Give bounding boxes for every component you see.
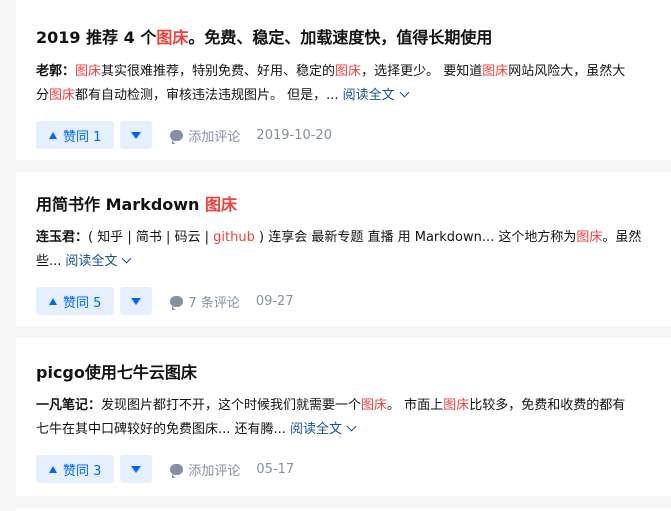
excerpt-text: 网站风险大，虽然大 bbox=[508, 64, 626, 79]
excerpt-text: 。 市面上 bbox=[387, 398, 444, 413]
excerpt-text: 都有自动检测，审核违法违规图片。 但是，... bbox=[75, 88, 339, 103]
triangle-down-icon bbox=[131, 131, 142, 139]
upvote-label: 赞同 5 bbox=[63, 295, 102, 311]
excerpt-line: 分图床都有自动检测，审核违法违规图片。 但是，... 阅读全文 bbox=[36, 84, 671, 108]
excerpt-text: 分 bbox=[36, 88, 50, 103]
triangle-down-icon bbox=[131, 297, 142, 305]
triangle-up-icon bbox=[49, 465, 57, 473]
author-name: 老郭： bbox=[36, 64, 76, 79]
excerpt-text: 七牛在其中口碑较好的免费图床... 还有腾... bbox=[36, 422, 286, 437]
comment-label: 添加评论 bbox=[188, 463, 241, 479]
keyword-highlight: 图床 bbox=[49, 88, 76, 103]
upvote-button[interactable]: 赞同 5 bbox=[36, 287, 115, 315]
keyword-highlight: github bbox=[213, 230, 255, 245]
read-more-label: 阅读全文 bbox=[342, 88, 395, 103]
action-bar: 赞同 1 添加评论 2019-10-20 bbox=[36, 121, 671, 149]
chevron-down-icon bbox=[399, 87, 410, 98]
result-excerpt[interactable]: 连玉君：( 知乎 | 简书 | 码云 | github ) 连享会 最新专题 直… bbox=[36, 226, 671, 274]
excerpt-text: ) 连享会 最新专题 直播 用 Markdown... 这个地方称为 bbox=[254, 230, 577, 245]
excerpt-text: 些... bbox=[36, 254, 62, 269]
keyword-highlight: 图床 bbox=[75, 64, 102, 79]
post-date: 09-27 bbox=[255, 293, 294, 309]
result-card: picgo使用七牛云图床 一凡笔记：发现图片都打不开，这个时候我们就需要一个图床… bbox=[16, 338, 671, 496]
excerpt-line: 些... 阅读全文 bbox=[36, 250, 671, 274]
author-name: 连玉君： bbox=[36, 230, 89, 245]
result-excerpt[interactable]: 老郭：图床其实很难推荐，特别免费、好用、稳定的图床，选择更少。 要知道图床网站风… bbox=[36, 60, 671, 108]
excerpt-text: ，选择更少。 要知道 bbox=[361, 64, 483, 79]
keyword-highlight: 图床 bbox=[443, 398, 470, 413]
chevron-down-icon bbox=[346, 421, 357, 432]
comment-bubble-icon bbox=[170, 295, 184, 310]
result-card: 2019 推荐 4 个图床。免费、稳定、加载速度快，值得长期使用 老郭：图床其实… bbox=[16, 0, 671, 160]
comment-label: 添加评论 bbox=[188, 129, 241, 145]
action-bar: 赞同 5 7 条评论 09-27 bbox=[36, 287, 671, 315]
upvote-label: 赞同 1 bbox=[63, 129, 102, 145]
result-title[interactable]: 2019 推荐 4 个图床。免费、稳定、加载速度快，值得长期使用 bbox=[36, 0, 671, 49]
triangle-down-icon bbox=[131, 465, 142, 473]
comment-button[interactable]: 7 条评论 bbox=[170, 292, 240, 311]
chevron-down-icon bbox=[121, 253, 132, 264]
downvote-button[interactable] bbox=[120, 121, 153, 149]
post-date: 05-17 bbox=[256, 461, 295, 477]
title-highlight: 图床 bbox=[205, 195, 238, 214]
read-more-link[interactable]: 阅读全文 bbox=[289, 421, 357, 437]
downvote-button[interactable] bbox=[120, 287, 153, 315]
read-more-label: 阅读全文 bbox=[65, 254, 118, 269]
upvote-label: 赞同 3 bbox=[63, 463, 102, 479]
comment-bubble-icon bbox=[170, 129, 184, 144]
excerpt-line: 老郭：图床其实很难推荐，特别免费、好用、稳定的图床，选择更少。 要知道图床网站风… bbox=[36, 60, 671, 84]
comment-button[interactable]: 添加评论 bbox=[170, 126, 240, 145]
read-more-label: 阅读全文 bbox=[289, 422, 342, 437]
excerpt-text: 比较多，免费和收费的都有 bbox=[469, 398, 626, 413]
excerpt-text: ( 知乎 | 简书 | 码云 | bbox=[88, 230, 214, 245]
result-card: 用简书作 Markdown 图床 连玉君：( 知乎 | 简书 | 码云 | gi… bbox=[16, 172, 671, 326]
comment-button[interactable]: 添加评论 bbox=[170, 460, 240, 479]
read-more-link[interactable]: 阅读全文 bbox=[342, 87, 410, 103]
excerpt-text: 发现图片都打不开，这个时候我们就需要一个 bbox=[101, 398, 362, 413]
title-text: 。免费、稳定、加载速度快，值得长期使用 bbox=[188, 28, 493, 47]
author-name: 一凡笔记： bbox=[36, 398, 102, 413]
excerpt-line: 连玉君：( 知乎 | 简书 | 码云 | github ) 连享会 最新专题 直… bbox=[36, 226, 671, 250]
triangle-up-icon bbox=[49, 297, 57, 305]
excerpt-text: 。虽然 bbox=[602, 230, 642, 245]
triangle-up-icon bbox=[49, 131, 57, 139]
title-text: 用简书作 Markdown bbox=[36, 195, 206, 214]
excerpt-line: 一凡笔记：发现图片都打不开，这个时候我们就需要一个图床。 市面上图床比较多，免费… bbox=[36, 394, 671, 418]
comment-bubble-icon bbox=[170, 463, 184, 478]
read-more-link[interactable]: 阅读全文 bbox=[65, 253, 132, 269]
upvote-button[interactable]: 赞同 1 bbox=[36, 121, 115, 149]
upvote-button[interactable]: 赞同 3 bbox=[36, 455, 115, 483]
result-title[interactable]: picgo使用七牛云图床 bbox=[36, 338, 671, 384]
title-highlight: 图床 bbox=[156, 28, 189, 47]
keyword-highlight: 图床 bbox=[576, 230, 603, 245]
downvote-button[interactable] bbox=[120, 455, 153, 483]
comment-label: 7 条评论 bbox=[188, 295, 240, 311]
result-title[interactable]: 用简书作 Markdown 图床 bbox=[36, 172, 671, 216]
keyword-highlight: 图床 bbox=[361, 398, 388, 413]
action-bar: 赞同 3 添加评论 05-17 bbox=[36, 455, 671, 483]
excerpt-text: 其实很难推荐，特别免费、好用、稳定的 bbox=[101, 64, 336, 79]
excerpt-line: 七牛在其中口碑较好的免费图床... 还有腾... 阅读全文 bbox=[36, 418, 671, 442]
post-date: 2019-10-20 bbox=[256, 127, 332, 143]
title-text: 2019 推荐 4 个 bbox=[36, 28, 157, 47]
result-excerpt[interactable]: 一凡笔记：发现图片都打不开，这个时候我们就需要一个图床。 市面上图床比较多，免费… bbox=[36, 394, 671, 442]
title-text: picgo使用七牛云图床 bbox=[36, 363, 197, 382]
keyword-highlight: 图床 bbox=[335, 64, 362, 79]
keyword-highlight: 图床 bbox=[482, 64, 509, 79]
search-results-feed: 2019 推荐 4 个图床。免费、稳定、加载速度快，值得长期使用 老郭：图床其实… bbox=[0, 0, 671, 511]
